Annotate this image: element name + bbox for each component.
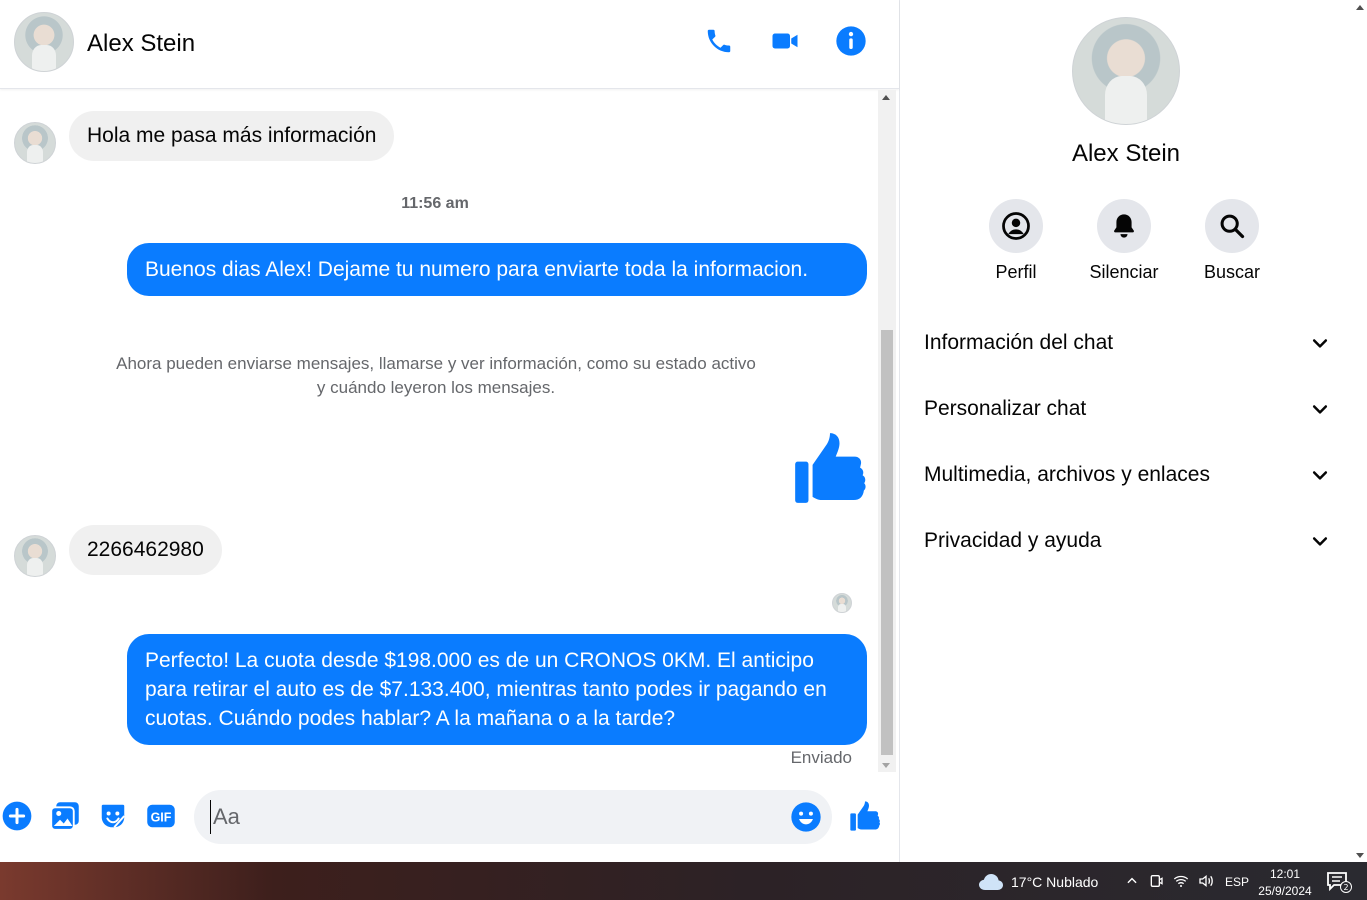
message-scrollbar[interactable] [878, 90, 896, 772]
section-chat-info[interactable]: Información del chat [924, 323, 1330, 363]
sticker-button[interactable] [97, 800, 129, 832]
gif-icon: GIF [147, 804, 175, 828]
bell-icon [1114, 214, 1134, 238]
mute-action[interactable]: Silenciar [1084, 199, 1164, 283]
volume-icon[interactable] [1198, 873, 1214, 889]
contact-avatar[interactable] [14, 12, 74, 72]
profile-action-circle[interactable] [989, 199, 1043, 253]
system-tray [1125, 873, 1214, 889]
outgoing-message[interactable]: Buenos dias Alex! Dejame tu numero para … [127, 243, 867, 296]
search-icon [1220, 214, 1245, 239]
message-timestamp: 11:56 am [401, 195, 469, 212]
section-label: Personalizar chat [924, 397, 1087, 420]
section-label: Multimedia, archivos y enlaces [924, 463, 1210, 486]
message-composer: GIF [0, 780, 899, 852]
incoming-message[interactable]: 2266462980 [69, 525, 222, 575]
seen-indicator-avatar [832, 593, 852, 613]
phone-icon [707, 29, 731, 53]
scroll-down-arrow-icon[interactable] [882, 763, 890, 768]
message-list: Hola me pasa más información 11:56 am Bu… [0, 90, 878, 772]
search-action-circle[interactable] [1205, 199, 1259, 253]
scroll-up-arrow-icon[interactable] [1356, 5, 1364, 10]
delivery-status: Enviado [790, 748, 852, 767]
svg-text:GIF: GIF [151, 811, 172, 825]
cloud-icon[interactable] [978, 873, 1004, 891]
attach-image-button[interactable] [49, 800, 81, 832]
mute-action-label: Silenciar [1089, 262, 1159, 282]
clock-date: 25/9/2024 [1258, 884, 1312, 898]
emoji-button[interactable] [790, 801, 822, 833]
scroll-thumb[interactable] [881, 330, 893, 755]
video-call-button[interactable] [768, 24, 802, 58]
chat-panel: Alex Stein Hola me pasa más información [0, 0, 900, 862]
sender-avatar[interactable] [14, 122, 56, 164]
info-scrollbar[interactable] [1353, 0, 1367, 862]
section-label: Información del chat [924, 331, 1114, 354]
clock[interactable]: 12:01 25/9/2024 [1254, 866, 1316, 900]
thumbs-up-icon [795, 433, 866, 503]
notification-icon: 2 [1327, 872, 1352, 893]
conversation-info-panel: Alex Stein Perfil Silenciar Buscar Infor… [900, 0, 1367, 862]
info-avatar[interactable] [1072, 17, 1180, 125]
chevron-down-icon [1312, 537, 1328, 546]
profile-icon [1002, 212, 1030, 240]
image-icon [50, 802, 79, 831]
send-like-button[interactable] [849, 800, 881, 832]
system-notice: Ahora pueden enviarse mensajes, llamarse… [116, 354, 756, 397]
sender-avatar[interactable] [14, 535, 56, 577]
notification-center-button[interactable]: 2 [1326, 871, 1352, 898]
like-icon [850, 801, 880, 831]
profile-action[interactable]: Perfil [976, 199, 1056, 283]
profile-action-label: Perfil [995, 262, 1037, 282]
message-input[interactable] [210, 800, 770, 834]
chevron-down-icon [1312, 339, 1328, 348]
clock-time: 12:01 [1269, 867, 1301, 881]
more-actions-button[interactable] [1, 800, 33, 832]
search-action[interactable]: Buscar [1192, 199, 1272, 283]
chevron-down-icon [1312, 405, 1328, 414]
input-language[interactable]: ESP [1225, 875, 1249, 889]
call-button[interactable] [702, 24, 736, 58]
section-customize-chat[interactable]: Personalizar chat [924, 389, 1330, 429]
section-media-files-links[interactable]: Multimedia, archivos y enlaces [924, 455, 1330, 495]
sticker-icon [101, 804, 125, 828]
chat-header: Alex Stein [0, 0, 899, 89]
plus-icon [2, 801, 32, 831]
notification-count: 2 [1343, 883, 1348, 892]
windows-taskbar: 17°C Nublado ESP 12:01 25/9/2024 2 [0, 862, 1367, 900]
section-privacy-help[interactable]: Privacidad y ayuda [924, 521, 1330, 561]
sent-like-sticker[interactable] [792, 430, 868, 511]
gif-button[interactable]: GIF [145, 800, 177, 832]
info-icon [836, 26, 866, 56]
chevron-down-icon [1312, 471, 1328, 480]
weather-text[interactable]: 17°C Nublado [1011, 874, 1098, 890]
scroll-down-arrow-icon[interactable] [1356, 853, 1364, 858]
video-camera-icon [772, 33, 798, 49]
meet-now-icon[interactable] [1148, 873, 1164, 889]
emoji-icon [791, 802, 821, 832]
message-input-wrapper [194, 790, 832, 844]
scroll-up-arrow-icon[interactable] [882, 95, 890, 100]
info-contact-name: Alex Stein [1071, 140, 1181, 167]
contact-name[interactable]: Alex Stein [87, 30, 195, 58]
wifi-icon[interactable] [1173, 873, 1189, 889]
search-action-label: Buscar [1203, 262, 1261, 282]
chevron-up-icon[interactable] [1125, 874, 1139, 888]
section-label: Privacidad y ayuda [924, 529, 1102, 552]
conversation-info-button[interactable] [834, 24, 868, 58]
mute-action-circle[interactable] [1097, 199, 1151, 253]
incoming-message[interactable]: Hola me pasa más información [69, 111, 395, 161]
outgoing-message[interactable]: Perfecto! La cuota desde $198.000 es de … [127, 634, 867, 745]
